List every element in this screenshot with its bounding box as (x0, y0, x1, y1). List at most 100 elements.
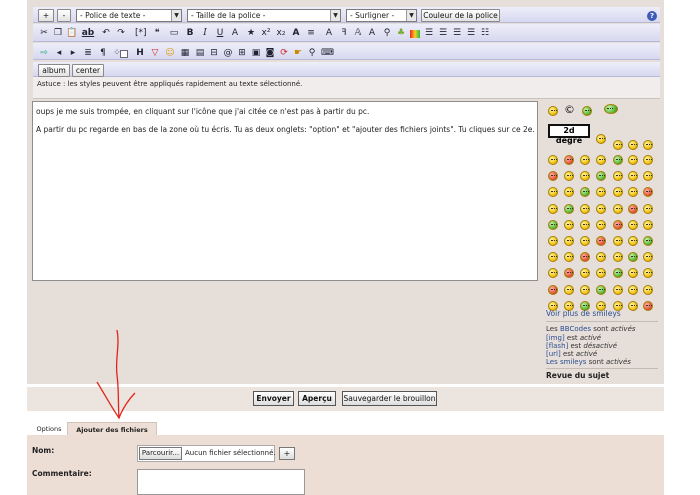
smiley-icon[interactable] (613, 155, 623, 165)
image-icon[interactable]: ⚲ (382, 28, 392, 39)
smiley-icon[interactable] (564, 236, 574, 246)
smiley-icon[interactable] (596, 236, 606, 246)
paste-icon[interactable]: 📋 (66, 28, 77, 39)
smiley-icon[interactable] (580, 203, 590, 214)
browse-button[interactable]: Parcourir... (139, 447, 182, 460)
flash-icon[interactable]: ▣ (251, 48, 261, 59)
smiley-icon[interactable] (643, 236, 653, 246)
underline-icon[interactable]: U (215, 28, 225, 39)
second-degree-smiley[interactable]: 2d degré (548, 124, 590, 145)
font-style-icon[interactable]: A (291, 28, 301, 39)
new-doc-icon[interactable]: ▭ (169, 28, 179, 39)
align-text-icon[interactable]: ≡ (306, 28, 316, 39)
tab-attachments[interactable]: Ajouter des fichiers joints (67, 422, 157, 448)
smiley-icon[interactable] (628, 284, 638, 295)
list-icon[interactable]: ≣ (83, 48, 93, 59)
bird-smiley-icon[interactable] (604, 104, 618, 114)
smiley-icon[interactable] (643, 203, 653, 214)
text-effect-icon[interactable]: ꟻ (339, 28, 349, 39)
spellcheck-icon[interactable]: ab (81, 28, 95, 39)
smiley-icon[interactable] (580, 284, 590, 295)
smiley-icon[interactable] (628, 155, 638, 165)
video-icon[interactable]: ◙ (265, 48, 275, 59)
smiley-icon[interactable] (548, 236, 558, 246)
align-center-icon[interactable]: ☰ (438, 28, 448, 39)
increase-size-button[interactable]: + (38, 9, 54, 22)
bold-icon[interactable]: B (185, 28, 195, 39)
smiley-icon[interactable] (596, 284, 606, 295)
undo-icon[interactable]: ↶ (101, 28, 111, 39)
copyright-icon[interactable]: © (564, 104, 575, 115)
link-icon[interactable]: 𝔸 (353, 28, 363, 39)
email-icon[interactable]: @ (223, 48, 233, 59)
quote-icon[interactable]: ❝ (152, 28, 162, 39)
superscript-icon[interactable]: ★ (246, 28, 256, 39)
quote-block-icon[interactable]: ⟳ (279, 48, 289, 59)
smiley-icon[interactable] (613, 203, 623, 214)
smiley-icon[interactable] (613, 284, 623, 295)
list-icon[interactable]: ☷ (480, 28, 490, 39)
search-icon[interactable]: ⚲ (307, 48, 317, 59)
smiley-icon[interactable] (596, 203, 606, 214)
font-dropdown-icon[interactable]: A (367, 28, 377, 39)
smiley-icon[interactable] (643, 300, 653, 311)
comment-input[interactable] (137, 469, 305, 495)
smiley-icon[interactable] (580, 219, 590, 230)
font-color-button[interactable]: Couleur de la police (421, 9, 500, 22)
box-icon[interactable] (120, 50, 128, 58)
smiley-icon[interactable] (628, 300, 638, 311)
smiley-icon[interactable] (580, 155, 590, 165)
smiley-icon[interactable] (548, 284, 558, 295)
arrow-right-icon[interactable]: ▸ (68, 48, 78, 59)
justify-icon[interactable]: ☰ (466, 28, 476, 39)
smiley-icon[interactable] (628, 203, 638, 214)
align-left-icon[interactable]: ☰ (424, 28, 434, 39)
grid-icon[interactable]: ▤ (195, 48, 205, 59)
preview-button[interactable]: Aperçu (298, 391, 336, 406)
save-draft-button[interactable]: Sauvegarder le brouillon (342, 391, 437, 406)
cut-icon[interactable]: ✂ (39, 28, 49, 39)
smiley-icon[interactable] (643, 219, 653, 230)
italic-icon[interactable]: I (200, 28, 210, 39)
img-link[interactable]: [img] (546, 334, 565, 342)
colors-icon[interactable] (410, 30, 420, 38)
font-size-select[interactable]: - Taille de la police - ▼ (187, 9, 341, 22)
copy-icon[interactable]: ❐ (53, 28, 63, 39)
warning-icon[interactable]: ▽ (150, 48, 160, 59)
heading-icon[interactable]: H (135, 48, 145, 59)
arrow-left-icon[interactable]: ◂ (54, 48, 64, 59)
smiley-icon[interactable]: ☺ (165, 48, 175, 59)
table-icon[interactable]: ▦ (180, 48, 190, 59)
insert-icon[interactable]: ⇨ (39, 48, 49, 59)
subscript-icon[interactable]: x² (261, 28, 271, 39)
font-icon[interactable]: x₂ (276, 28, 286, 39)
topic-review-heading[interactable]: Revue du sujet (546, 371, 609, 380)
redo-icon[interactable]: ↷ (116, 28, 126, 39)
smiley-icon[interactable] (613, 219, 623, 230)
smiley-icon[interactable] (548, 106, 558, 116)
code-block-icon[interactable]: ⌨ (321, 48, 334, 59)
smiley-icon[interactable] (596, 219, 606, 230)
smiley-icon[interactable] (564, 155, 574, 165)
tree-icon[interactable]: ♣ (396, 28, 406, 39)
smiley-icon[interactable] (628, 140, 638, 150)
tab-options[interactable]: Options (31, 422, 67, 436)
smiley-icon[interactable] (613, 236, 623, 246)
bbcodes-link[interactable]: BBCodes (560, 325, 591, 333)
alien-smiley-icon[interactable] (582, 106, 592, 116)
url-link[interactable]: [url] (546, 350, 561, 358)
add-file-button[interactable]: + (279, 447, 295, 460)
send-button[interactable]: Envoyer (253, 391, 294, 406)
align-right-icon[interactable]: ☰ (452, 28, 462, 39)
message-textarea[interactable]: oups je me suis trompée, en cliquant sur… (32, 101, 538, 281)
highlight-select[interactable]: - Surligner - ▼ (346, 9, 417, 22)
font-family-select[interactable]: - Police de texte - ▼ (76, 9, 182, 22)
smiley-icon[interactable] (628, 219, 638, 230)
flash-link[interactable]: [flash] (546, 342, 568, 350)
smiley-icon[interactable] (564, 203, 574, 214)
outline-text-icon[interactable]: A (324, 28, 334, 39)
center-button[interactable]: center (72, 64, 104, 77)
more-smileys-link[interactable]: Voir plus de smileys (546, 309, 621, 318)
smiley-icon[interactable] (628, 236, 638, 246)
smiley-icon[interactable] (643, 155, 653, 165)
